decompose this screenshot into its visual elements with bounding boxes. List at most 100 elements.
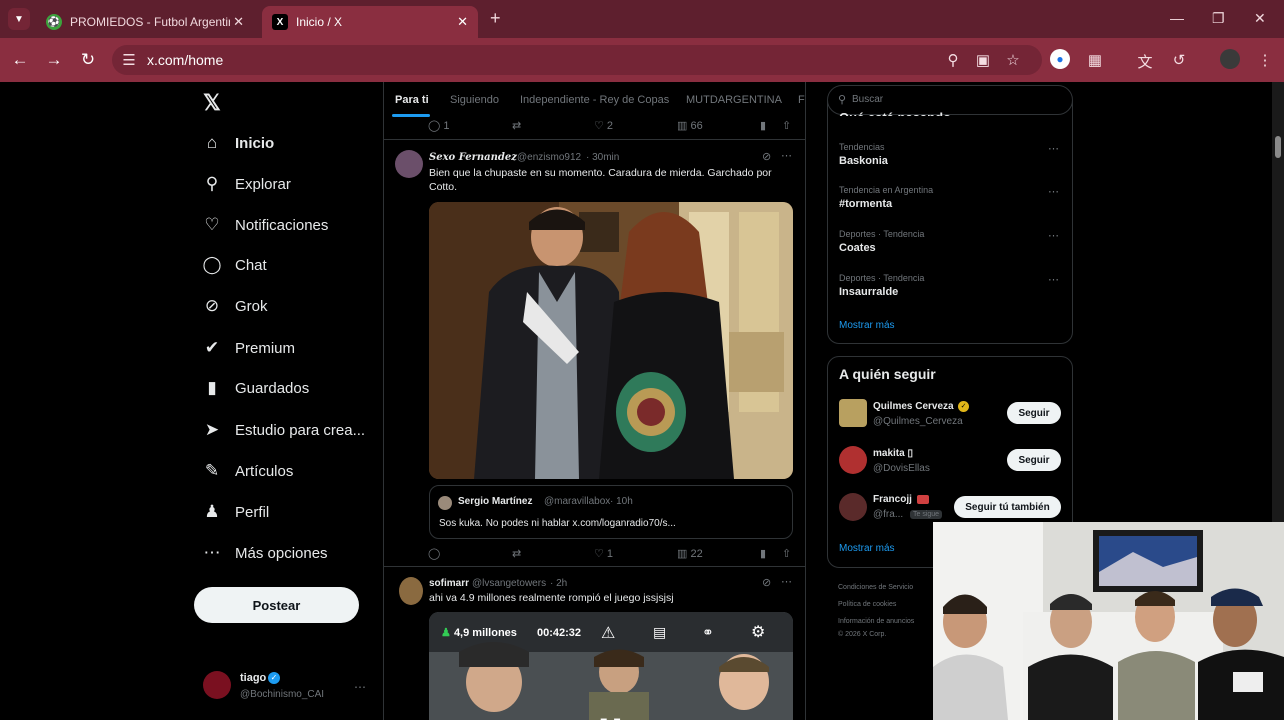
- sidebar-item-inicio[interactable]: ⌂ Inicio: [200, 128, 274, 158]
- tab-independiente[interactable]: Independiente - Rey de Copas: [520, 94, 669, 106]
- repost-icon[interactable]: ⇄: [512, 119, 521, 132]
- share-icon[interactable]: ⇧: [782, 547, 791, 560]
- more-icon[interactable]: ⋯: [1048, 273, 1060, 286]
- post-video[interactable]: ♟ 4,9 millones 00:42:32 ⚠ ▤ ⚭ ⚙ ❚❚: [429, 612, 793, 720]
- bookmark-icon[interactable]: ▮: [760, 547, 766, 560]
- webcam-overlay: [933, 522, 1284, 720]
- tab-para-ti[interactable]: Para ti: [395, 94, 429, 106]
- more-icon[interactable]: ⋯: [781, 149, 792, 162]
- more-icon[interactable]: ⋯: [781, 575, 792, 588]
- site-settings-icon[interactable]: ☰: [120, 51, 138, 69]
- repost-icon[interactable]: ⇄: [512, 547, 521, 560]
- premium-icon: ✔: [204, 338, 220, 357]
- x-logo-icon: X: [272, 14, 288, 30]
- sidebar-item-premium[interactable]: ✔ Premium: [200, 333, 295, 363]
- minimize-icon[interactable]: —: [1170, 10, 1184, 26]
- chat-icon: ◯: [202, 255, 222, 274]
- puzzle-icon[interactable]: ▦: [1086, 51, 1104, 69]
- show-more-follow-link[interactable]: Mostrar más: [839, 543, 895, 554]
- share-icon[interactable]: ⚭: [702, 624, 714, 641]
- translate-icon[interactable]: 文: [1136, 51, 1154, 72]
- post-button[interactable]: Postear: [194, 587, 359, 623]
- sidebar-item-guardados[interactable]: ▮ Guardados: [200, 373, 309, 403]
- extension-blue-icon[interactable]: ●: [1050, 49, 1070, 69]
- follow-name[interactable]: makita ▯: [873, 448, 913, 459]
- trend-item-coates[interactable]: Coates: [839, 242, 876, 254]
- show-more-trends-link[interactable]: Mostrar más: [839, 320, 895, 331]
- close-icon[interactable]: ✕: [233, 14, 244, 30]
- share-icon[interactable]: ⇧: [782, 119, 791, 132]
- post-author-name: sofimarr: [429, 578, 470, 589]
- zoom-icon[interactable]: ⚲: [944, 51, 962, 69]
- back-arrow-icon[interactable]: ←: [10, 50, 30, 70]
- tab-x-home[interactable]: X Inicio / X ✕: [262, 6, 478, 38]
- sidebar-item-articulos[interactable]: ✎ Artículos: [200, 456, 293, 486]
- tab-siguiendo[interactable]: Siguiendo: [450, 94, 499, 106]
- x-logo-icon[interactable]: 𝕏: [203, 90, 221, 116]
- cast-icon[interactable]: ▤: [653, 624, 666, 641]
- menu-icon[interactable]: ⋮: [1256, 51, 1274, 69]
- post[interactable]: sofimarr @lvsangetowers · 2h ⊘ ⋯ ahi va …: [384, 567, 805, 720]
- sidebar-item-notificaciones[interactable]: ♡ Notificaciones: [200, 210, 328, 240]
- avatar: [839, 493, 867, 521]
- account-switcher[interactable]: tiago ✓ @Bochinismo_CAI ⋯: [200, 668, 375, 708]
- window-close-icon[interactable]: ✕: [1254, 10, 1266, 27]
- follow-back-button[interactable]: Seguir tú también: [954, 496, 1061, 518]
- avatar: [839, 446, 867, 474]
- footer-link[interactable]: Condiciones de Servicio: [838, 584, 913, 591]
- bookmark-icon[interactable]: ▮: [760, 119, 766, 132]
- follow-button[interactable]: Seguir: [1007, 449, 1061, 471]
- url-text[interactable]: x.com/home: [147, 52, 223, 68]
- footer-link[interactable]: Información de anuncios: [838, 618, 914, 625]
- forward-arrow-icon[interactable]: →: [44, 50, 64, 70]
- more-icon[interactable]: ⋯: [1048, 185, 1060, 198]
- reply-icon[interactable]: ◯ 1: [428, 119, 450, 132]
- post[interactable]: Sexo Fernandez @enzismo912 · 30min ⊘ ⋯ B…: [384, 140, 805, 566]
- avatar: [438, 496, 452, 510]
- follow-name[interactable]: Francojj: [873, 494, 912, 505]
- install-app-icon[interactable]: ▣: [974, 51, 992, 69]
- follow-button[interactable]: Seguir: [1007, 402, 1061, 424]
- sidebar-item-chat[interactable]: ◯ Chat: [200, 250, 266, 280]
- tab-search-button[interactable]: ▼: [8, 8, 30, 30]
- grok-icon[interactable]: ⊘: [762, 576, 771, 589]
- close-icon[interactable]: ✕: [457, 14, 468, 30]
- sidebar-item-label: Notificaciones: [235, 216, 329, 234]
- profile-avatar[interactable]: [1220, 49, 1240, 69]
- post-author-handle: @lvsangetowers: [472, 578, 547, 589]
- like-icon[interactable]: ♡ 1: [594, 547, 613, 560]
- reply-icon[interactable]: ◯: [428, 547, 440, 560]
- views-icon[interactable]: ▥ 22: [677, 547, 703, 560]
- sidebar-item-explorar[interactable]: ⚲ Explorar: [200, 169, 291, 199]
- sidebar-item-mas-opciones[interactable]: ⋯ Más opciones: [200, 538, 328, 568]
- more-icon[interactable]: ⋯: [1048, 142, 1060, 155]
- sidebar-item-perfil[interactable]: ♟ Perfil: [200, 497, 269, 527]
- views-icon[interactable]: ▥ 66: [677, 119, 703, 132]
- quoted-post[interactable]: Sergio Martínez @maravillabox · 10h Sos …: [429, 485, 793, 539]
- sidebar-item-estudio[interactable]: ➤ Estudio para crea...: [200, 415, 365, 445]
- post-image[interactable]: [429, 202, 793, 479]
- like-icon[interactable]: ♡ 2: [594, 119, 613, 132]
- grok-icon[interactable]: ⊘: [762, 150, 771, 163]
- settings-gear-icon[interactable]: ⚙: [751, 622, 765, 642]
- more-icon[interactable]: ⋯: [1048, 229, 1060, 242]
- trend-category: Deportes · Tendencia: [839, 229, 925, 239]
- restore-icon[interactable]: ❐: [1212, 10, 1225, 27]
- history-icon[interactable]: ↺: [1170, 51, 1188, 69]
- warning-icon[interactable]: ⚠: [601, 623, 615, 643]
- scrollbar-thumb[interactable]: [1275, 136, 1281, 158]
- pause-icon[interactable]: ❚❚: [597, 716, 624, 720]
- address-bar[interactable]: [112, 45, 1042, 75]
- tab-promiedos[interactable]: ⚽ PROMIEDOS - Futbol Argentino ✕: [36, 6, 254, 38]
- follow-name[interactable]: Quilmes Cerveza: [873, 401, 954, 412]
- tab-more[interactable]: F: [798, 94, 805, 106]
- reload-icon[interactable]: ↻: [78, 50, 98, 70]
- trend-item-insaurralde[interactable]: Insaurralde: [839, 286, 898, 298]
- trend-item-tormenta[interactable]: #tormenta: [839, 198, 892, 210]
- footer-link[interactable]: Política de cookies: [838, 601, 896, 608]
- sidebar-item-grok[interactable]: ⊘ Grok: [200, 291, 268, 321]
- tab-mutdargentina[interactable]: MUTDARGENTINA: [686, 94, 782, 106]
- star-icon[interactable]: ☆: [1004, 51, 1022, 69]
- trend-item-baskonia[interactable]: Baskonia: [839, 155, 888, 167]
- new-tab-button[interactable]: +: [490, 8, 501, 29]
